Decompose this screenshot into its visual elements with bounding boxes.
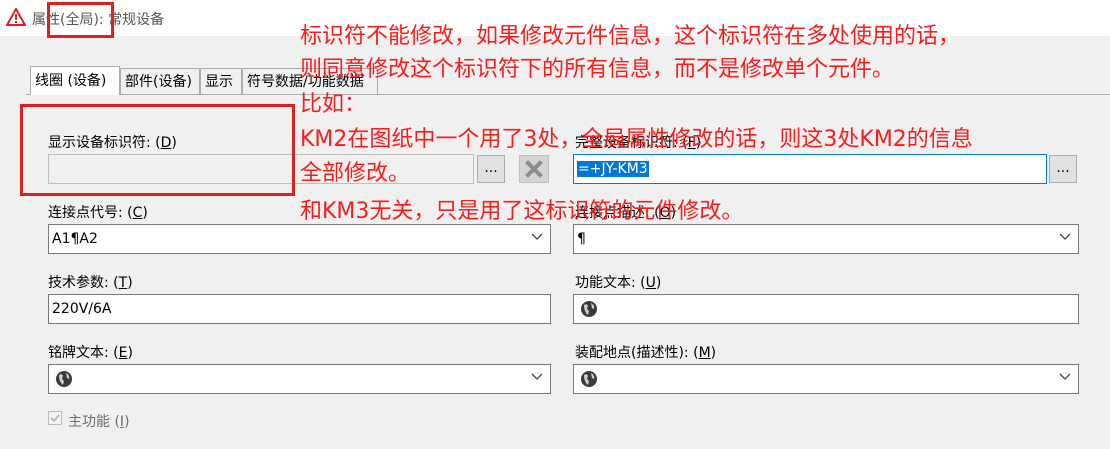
full-identifier-field[interactable]: =+JY-KM3 bbox=[573, 154, 1047, 184]
annotation-line-3: 比如： bbox=[300, 92, 367, 117]
tab-display[interactable]: 显示 bbox=[200, 68, 242, 94]
function-text-label: 功能文本: (U) bbox=[575, 275, 662, 291]
install-location-select[interactable] bbox=[573, 364, 1079, 394]
chevron-down-icon bbox=[1059, 373, 1071, 380]
checkmark-icon bbox=[50, 414, 60, 423]
warning-app-icon bbox=[6, 8, 26, 26]
annotation-line-4: KM2在图纸中一个用了3处，全局属性修改的话，则这3处KM2的信息 bbox=[300, 127, 973, 152]
show-identifier-browse-button[interactable]: ... bbox=[477, 155, 505, 183]
connection-code-value: A1¶A2 bbox=[52, 231, 98, 247]
tech-params-label: 技术参数: (T) bbox=[48, 275, 133, 291]
chevron-down-icon bbox=[1059, 233, 1071, 240]
function-text-field[interactable] bbox=[573, 294, 1079, 324]
tech-params-field[interactable]: 220V/6A bbox=[48, 294, 551, 324]
nameplate-text-label: 铭牌文本: (E) bbox=[48, 345, 133, 361]
main-function-label: 主功能 (I) bbox=[68, 414, 130, 430]
connection-code-label: 连接点代号: (C) bbox=[48, 205, 148, 221]
connection-code-select[interactable]: A1¶A2 bbox=[48, 224, 551, 254]
full-identifier-browse-button[interactable]: ... bbox=[1049, 155, 1077, 183]
nameplate-text-select[interactable] bbox=[48, 364, 551, 394]
title-highlight-box bbox=[47, 2, 114, 38]
identifier-highlight-box bbox=[20, 104, 295, 196]
main-function-checkbox bbox=[48, 411, 62, 425]
connection-desc-select[interactable]: ¶ bbox=[573, 224, 1079, 254]
annotation-line-2: 则同意修改这个标识符下的所有信息，而不是修改单个元件。 bbox=[300, 57, 895, 82]
chevron-down-icon bbox=[531, 233, 543, 240]
tab-part-device[interactable]: 部件(设备) bbox=[120, 68, 200, 94]
tab-coil-device[interactable]: 线圈 (设备) bbox=[30, 66, 120, 95]
delete-button bbox=[519, 155, 549, 183]
install-location-label: 装配地点(描述性): (M) bbox=[575, 345, 717, 361]
tab-panel-border bbox=[26, 94, 1110, 95]
chevron-down-icon bbox=[531, 373, 543, 380]
connection-desc-value: ¶ bbox=[577, 231, 586, 247]
globe-icon bbox=[56, 371, 72, 387]
delete-x-icon bbox=[525, 160, 543, 178]
full-identifier-selected-text: =+JY-KM3 bbox=[577, 161, 649, 177]
globe-icon bbox=[581, 371, 597, 387]
annotation-line-1: 标识符不能修改，如果修改元件信息，这个标识符在多处使用的话， bbox=[300, 24, 961, 49]
annotation-line-5: 全部修改。 bbox=[300, 161, 411, 186]
annotation-line-6: 和KM3无关，只是用了这标识符的元件修改。 bbox=[300, 199, 744, 224]
globe-icon bbox=[581, 301, 597, 317]
